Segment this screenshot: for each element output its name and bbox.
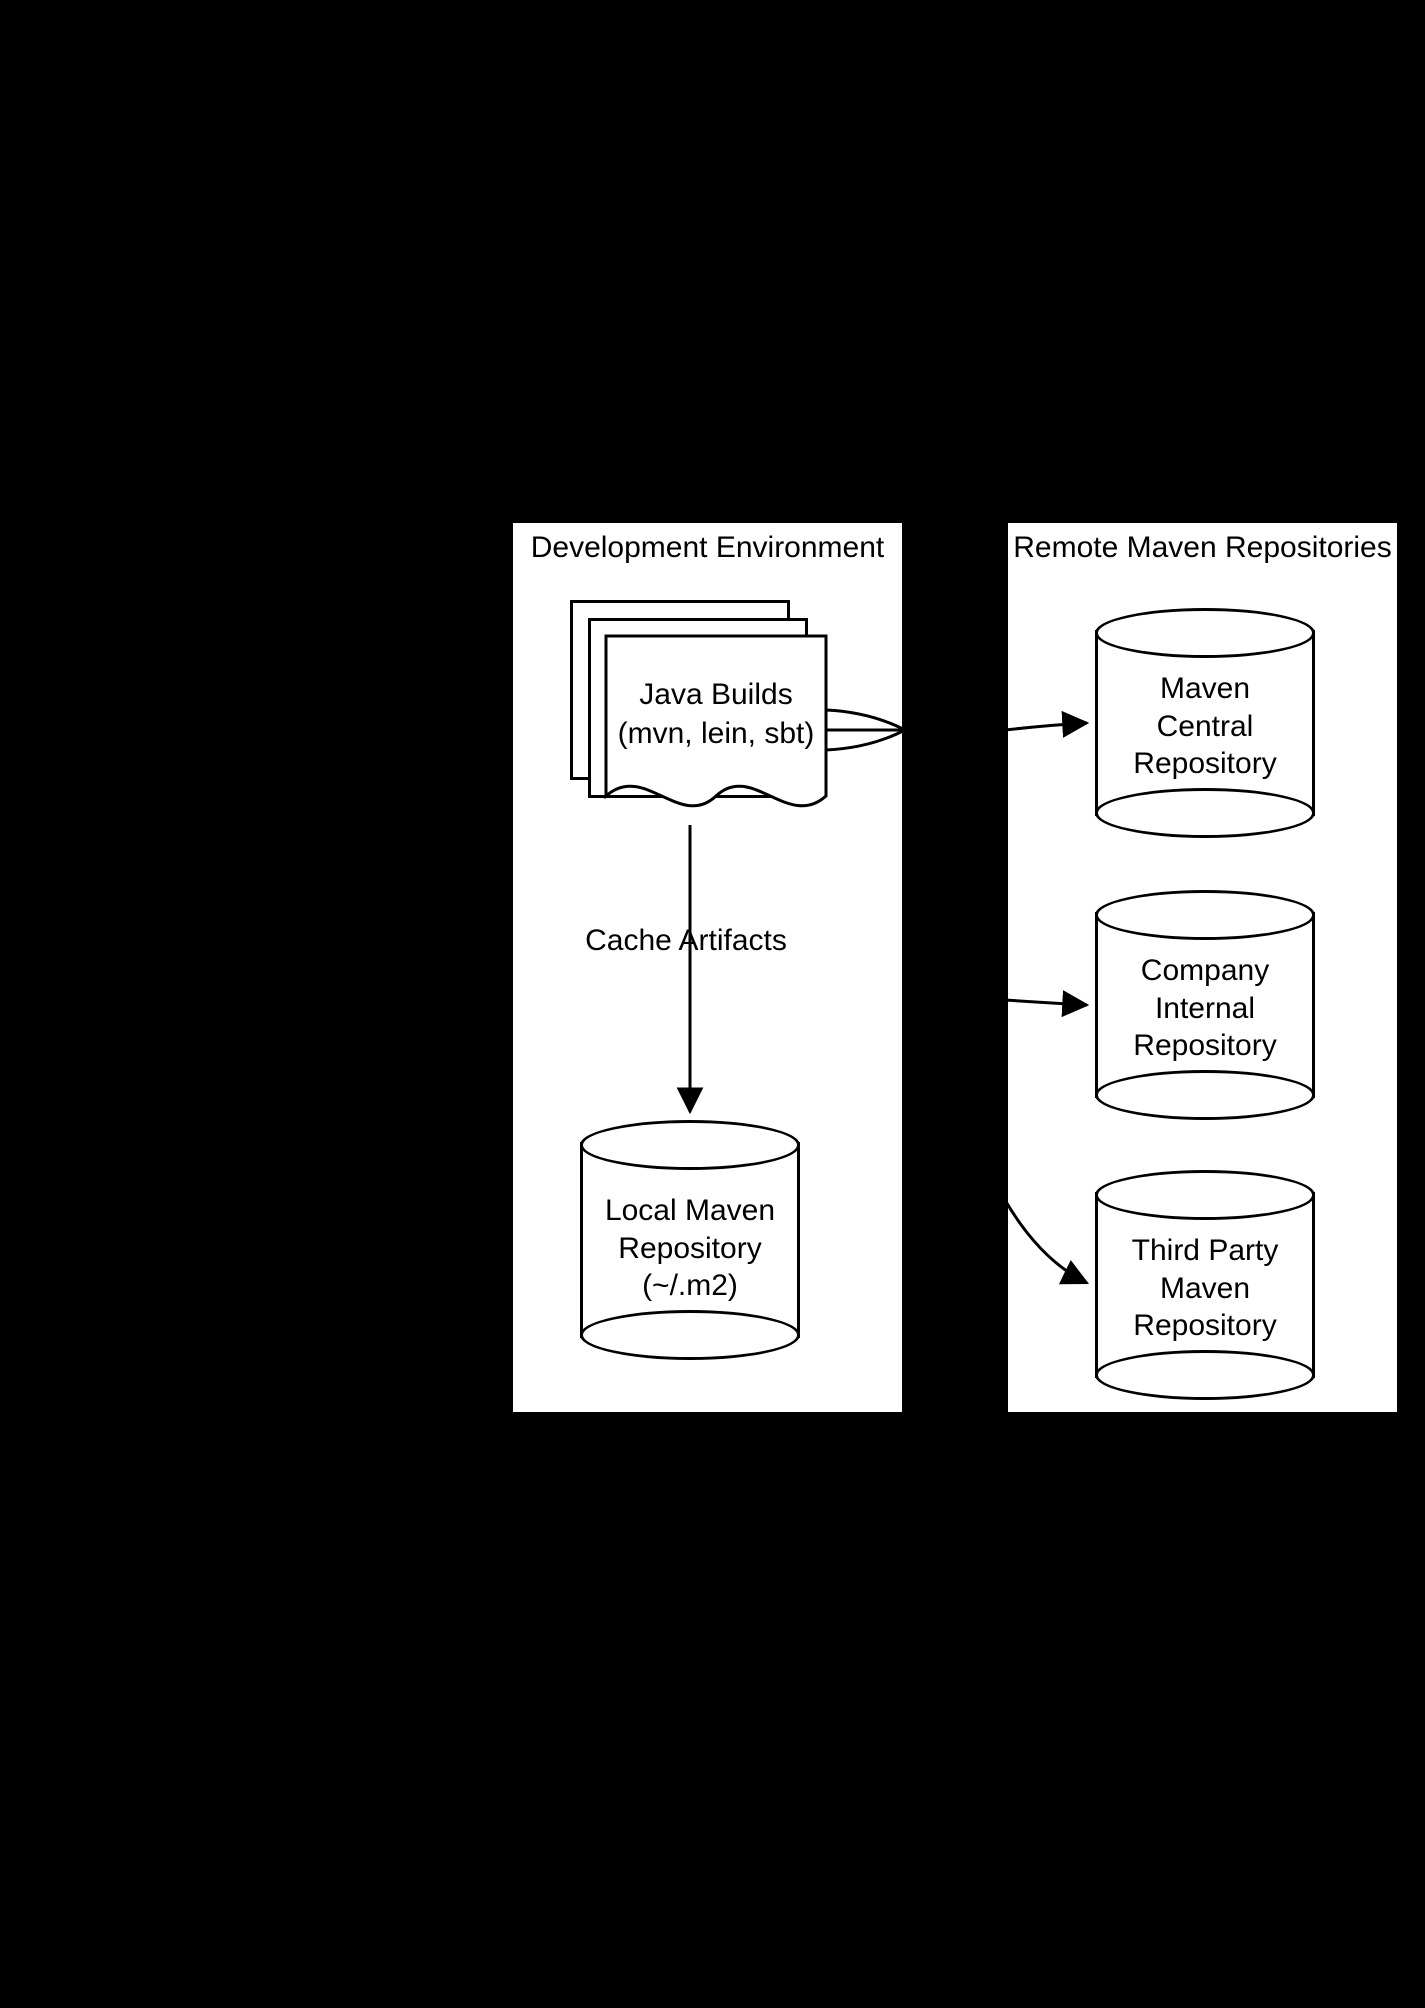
- diagram-canvas: Development Environment Remote Maven Rep…: [0, 0, 1425, 2008]
- company-line3: Repository: [1133, 1029, 1276, 1062]
- dev-env-title: Development Environment: [513, 531, 902, 565]
- third-line2: Maven: [1160, 1272, 1250, 1305]
- cylinder-local-maven: Local Maven Repository (~/.m2): [580, 1120, 800, 1360]
- cylinder-maven-central: Maven Central Repository: [1095, 608, 1315, 838]
- cache-artifacts-label: Cache Artifacts: [575, 920, 797, 962]
- java-builds-line1: Java Builds: [639, 678, 792, 711]
- local-repo-line3: (~/.m2): [642, 1269, 738, 1302]
- java-builds-line2: (mvn, lein, sbt): [618, 717, 815, 750]
- java-builds-label: Java Builds (mvn, lein, sbt): [606, 675, 826, 753]
- third-line3: Repository: [1133, 1309, 1276, 1342]
- cylinder-third-party: Third Party Maven Repository: [1095, 1170, 1315, 1400]
- company-line2: Internal: [1155, 992, 1255, 1025]
- maven-central-line1: Maven: [1160, 672, 1250, 705]
- maven-central-line3: Repository: [1133, 747, 1276, 780]
- cylinder-company-internal: Company Internal Repository: [1095, 890, 1315, 1120]
- maven-central-line2: Central: [1157, 710, 1254, 743]
- remote-repos-title: Remote Maven Repositories: [1008, 531, 1397, 565]
- local-repo-line1: Local Maven: [605, 1194, 775, 1227]
- local-repo-line2: Repository: [618, 1232, 761, 1265]
- third-line1: Third Party: [1132, 1234, 1279, 1267]
- company-line1: Company: [1141, 954, 1269, 987]
